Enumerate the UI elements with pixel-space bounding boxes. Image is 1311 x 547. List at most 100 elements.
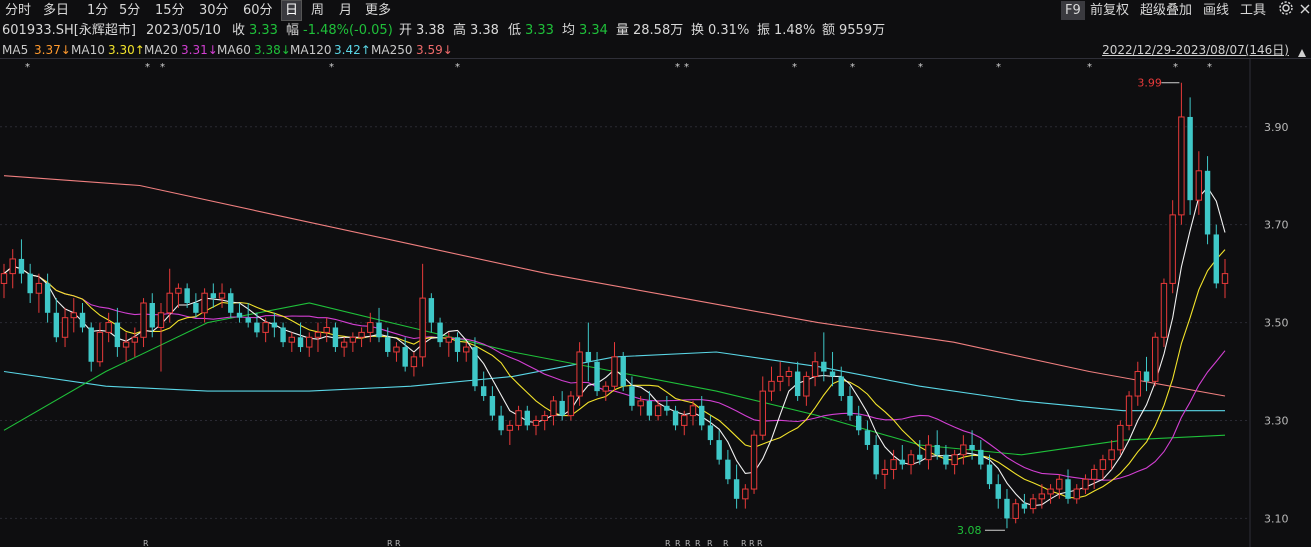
close-value: 3.33 <box>249 23 278 38</box>
ma5-name: MA5 <box>2 43 29 57</box>
period-tab-day[interactable]: 日 <box>281 0 303 21</box>
gear-icon[interactable] <box>1278 0 1294 19</box>
candle-body <box>699 405 705 426</box>
ma120-name: MA120 <box>290 43 332 57</box>
period-tab-1min[interactable]: 1分 <box>84 1 111 20</box>
rights-marker: R <box>757 539 763 547</box>
fuquan-button[interactable]: 前复权 <box>1090 1 1129 20</box>
rights-marker: R <box>723 539 729 547</box>
candle-body <box>943 454 949 465</box>
candle-body <box>35 282 43 294</box>
candle-body <box>821 361 827 372</box>
candle-body <box>585 351 592 362</box>
rights-marker: R <box>749 539 755 547</box>
candle-body <box>1134 371 1141 397</box>
low-value: 3.33 <box>525 23 554 38</box>
candle-body <box>0 273 8 284</box>
event-star-marker: * <box>145 62 150 73</box>
period-tab-15min[interactable]: 15分 <box>152 1 188 20</box>
max-price-label: 3.99 <box>1137 77 1162 90</box>
amount-label: 额 <box>822 23 836 38</box>
candle-body <box>184 288 190 303</box>
candle-body <box>1213 234 1219 284</box>
candle-body <box>166 292 173 314</box>
candle-body <box>393 346 400 353</box>
kline-chart[interactable]: 3.90 3.70 3.50 3.30 3.10 3.99 3.08 * * * * * * * * * * * *… <box>0 58 1311 547</box>
candle-body <box>1047 488 1054 495</box>
candle-body <box>1108 449 1115 461</box>
candle-body <box>236 312 243 318</box>
candle-body <box>646 400 653 416</box>
f9-button[interactable]: F9 <box>1061 1 1085 20</box>
tools-button[interactable]: 工具 <box>1240 1 1266 20</box>
rights-marker: R <box>675 539 681 547</box>
overlay-button[interactable]: 超级叠加 <box>1140 1 1192 20</box>
candle-body <box>210 293 217 299</box>
candle-body <box>811 361 819 377</box>
period-tab-fenshi[interactable]: 分时 <box>2 1 34 20</box>
candle-body <box>157 312 165 328</box>
candle-body <box>349 336 357 343</box>
event-star-marker: * <box>996 62 1001 73</box>
candle-body <box>1056 478 1063 490</box>
y-tick-label: 3.30 <box>1264 415 1289 428</box>
candle-body <box>1143 371 1150 382</box>
candle-body <box>925 444 932 461</box>
candle-body <box>890 459 897 470</box>
period-tab-30min[interactable]: 30分 <box>196 1 232 20</box>
candle-body <box>88 327 94 362</box>
candle-body <box>602 385 609 392</box>
high-value: 3.38 <box>470 23 499 38</box>
close-icon[interactable] <box>1300 1 1310 20</box>
candle-body <box>79 312 86 328</box>
date-range[interactable]: 2022/12/29-2023/08/07(146日) <box>1102 42 1289 58</box>
period-tab-multiday[interactable]: 多日 <box>40 1 72 20</box>
candle-body <box>1073 488 1080 500</box>
candle-body <box>750 434 758 490</box>
candle-body <box>637 400 644 407</box>
candle-body <box>864 430 871 445</box>
candle-body <box>611 356 618 387</box>
event-star-marker: * <box>25 62 30 73</box>
ma10-name: MA10 <box>71 43 105 57</box>
candle-body <box>61 317 69 338</box>
candle-body <box>201 292 208 314</box>
candle-body <box>122 341 130 348</box>
rights-marker: R <box>143 539 149 547</box>
open-label: 开 <box>399 23 413 38</box>
ma120-value: 3.42↑ <box>334 43 371 57</box>
candle-body <box>114 322 121 348</box>
candle-body <box>681 415 688 426</box>
change-label: 幅 <box>286 23 300 38</box>
candle-body <box>559 400 565 416</box>
candle-body <box>847 396 853 416</box>
candle-body <box>131 336 139 343</box>
period-toolbar: 分时 多日 1分 5分 15分 30分 60分 日 周 月 更多 F9 前复权 … <box>0 0 1311 21</box>
candle-body <box>454 337 461 352</box>
candle-body <box>9 258 16 275</box>
candle-body <box>515 410 522 426</box>
candle-body <box>838 376 844 397</box>
candle-body <box>785 371 793 377</box>
draw-line-button[interactable]: 画线 <box>1203 1 1229 20</box>
candle-body <box>1187 116 1193 201</box>
candle-body <box>672 410 679 426</box>
turnover-value: 0.31% <box>708 23 750 38</box>
candle-body <box>1152 336 1159 382</box>
ma5-value: 3.37↓ <box>34 43 71 57</box>
period-tab-more[interactable]: 更多 <box>362 1 394 20</box>
candle-body <box>218 292 226 299</box>
candle-body <box>314 331 322 338</box>
candle-body <box>297 337 304 348</box>
candle-body <box>524 410 530 426</box>
amount-value: 9559万 <box>839 23 886 38</box>
period-tab-week[interactable]: 周 <box>308 1 327 20</box>
period-tab-60min[interactable]: 60分 <box>240 1 276 20</box>
period-tab-5min[interactable]: 5分 <box>116 1 143 20</box>
ma20-value: 3.31↓ <box>181 43 218 57</box>
candle-body <box>986 464 993 485</box>
period-tab-month[interactable]: 月 <box>336 1 355 20</box>
candle-body <box>803 375 810 397</box>
candle-body <box>689 405 697 417</box>
ma60-name: MA60 <box>217 43 251 57</box>
